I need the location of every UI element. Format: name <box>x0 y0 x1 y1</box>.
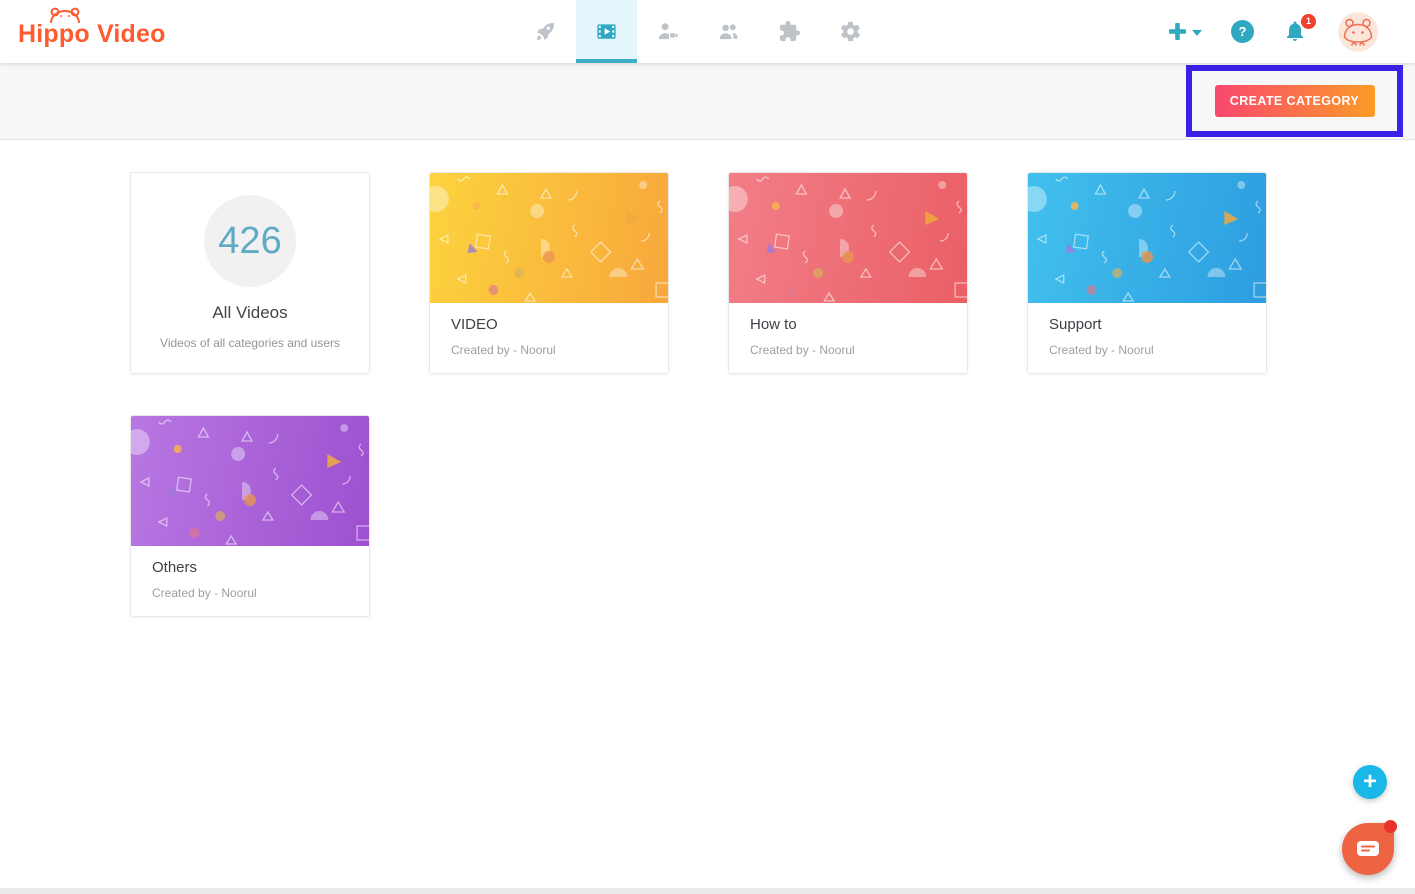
nav-item-settings[interactable] <box>820 0 881 63</box>
video-categories-icon <box>595 20 618 43</box>
plus-icon <box>1167 21 1188 42</box>
all-videos-card[interactable]: 426 All Videos Videos of all categories … <box>130 172 370 374</box>
notifications-button[interactable]: 1 <box>1283 19 1309 45</box>
nav-item-video-categories[interactable] <box>576 0 637 63</box>
category-grid: 426 All Videos Videos of all categories … <box>130 172 1290 617</box>
card-body: VIDEO Created by - Noorul <box>430 303 668 370</box>
chat-unread-dot <box>1384 820 1397 833</box>
integrations-puzzle-icon <box>778 20 801 43</box>
category-thumbnail <box>430 173 668 303</box>
create-category-highlight: CREATE CATEGORY <box>1186 65 1403 137</box>
create-category-button[interactable]: CREATE CATEGORY <box>1215 85 1375 117</box>
category-author: Created by - Noorul <box>750 343 946 357</box>
confetti-pattern <box>1028 173 1266 303</box>
category-author: Created by - Noorul <box>152 586 348 600</box>
nav-item-integrations[interactable] <box>759 0 820 63</box>
plus-icon: + <box>1363 770 1377 794</box>
confetti-pattern <box>729 173 967 303</box>
card-title: All Videos <box>212 303 287 323</box>
settings-gear-icon <box>839 20 862 43</box>
hippo-head-icon <box>48 5 82 23</box>
video-count-circle: 426 <box>204 195 296 287</box>
notification-badge: 1 <box>1301 14 1316 29</box>
category-author: Created by - Noorul <box>451 343 647 357</box>
category-title: Others <box>152 559 348 576</box>
chat-launcher[interactable] <box>1342 823 1394 875</box>
hippo-video-logo[interactable]: Hippo Video <box>18 14 166 54</box>
logo-text: Hippo Video <box>18 20 166 48</box>
card-body: Others Created by - Noorul <box>131 546 369 613</box>
category-author: Created by - Noorul <box>1049 343 1245 357</box>
category-title: Support <box>1049 316 1245 333</box>
category-thumbnail <box>131 416 369 546</box>
rocket-icon <box>534 20 557 43</box>
teams-icon <box>717 20 740 43</box>
category-card[interactable]: VIDEO Created by - Noorul <box>429 172 669 374</box>
card-body: Support Created by - Noorul <box>1028 303 1266 370</box>
confetti-pattern <box>131 416 369 546</box>
nav-item-getting-started[interactable] <box>515 0 576 63</box>
main-nav <box>515 0 881 63</box>
card-body: How to Created by - Noorul <box>729 303 967 370</box>
category-card[interactable]: How to Created by - Noorul <box>728 172 968 374</box>
top-nav-bar: Hippo Video ? <box>0 0 1415 63</box>
chevron-down-icon <box>1192 30 1202 36</box>
header-right-tools: ? 1 <box>1167 0 1378 63</box>
category-thumbnail <box>729 173 967 303</box>
help-icon: ? <box>1239 24 1247 39</box>
add-category-fab[interactable]: + <box>1353 765 1387 799</box>
avatar[interactable] <box>1338 12 1378 52</box>
user-video-icon <box>656 20 679 43</box>
bottom-edge-strip <box>0 888 1415 894</box>
category-card[interactable]: Support Created by - Noorul <box>1027 172 1267 374</box>
nav-item-user-videos[interactable] <box>637 0 698 63</box>
chat-bubble-icon <box>1356 840 1380 858</box>
category-title: VIDEO <box>451 316 647 333</box>
category-thumbnail <box>1028 173 1266 303</box>
video-count: 426 <box>218 220 281 263</box>
card-subtitle: Videos of all categories and users <box>160 336 340 350</box>
category-title: How to <box>750 316 946 333</box>
create-new-dropdown[interactable] <box>1167 21 1202 42</box>
confetti-pattern <box>430 173 668 303</box>
category-card[interactable]: Others Created by - Noorul <box>130 415 370 617</box>
help-button[interactable]: ? <box>1231 20 1254 43</box>
nav-item-teams[interactable] <box>698 0 759 63</box>
hippo-avatar-icon <box>1338 12 1378 52</box>
